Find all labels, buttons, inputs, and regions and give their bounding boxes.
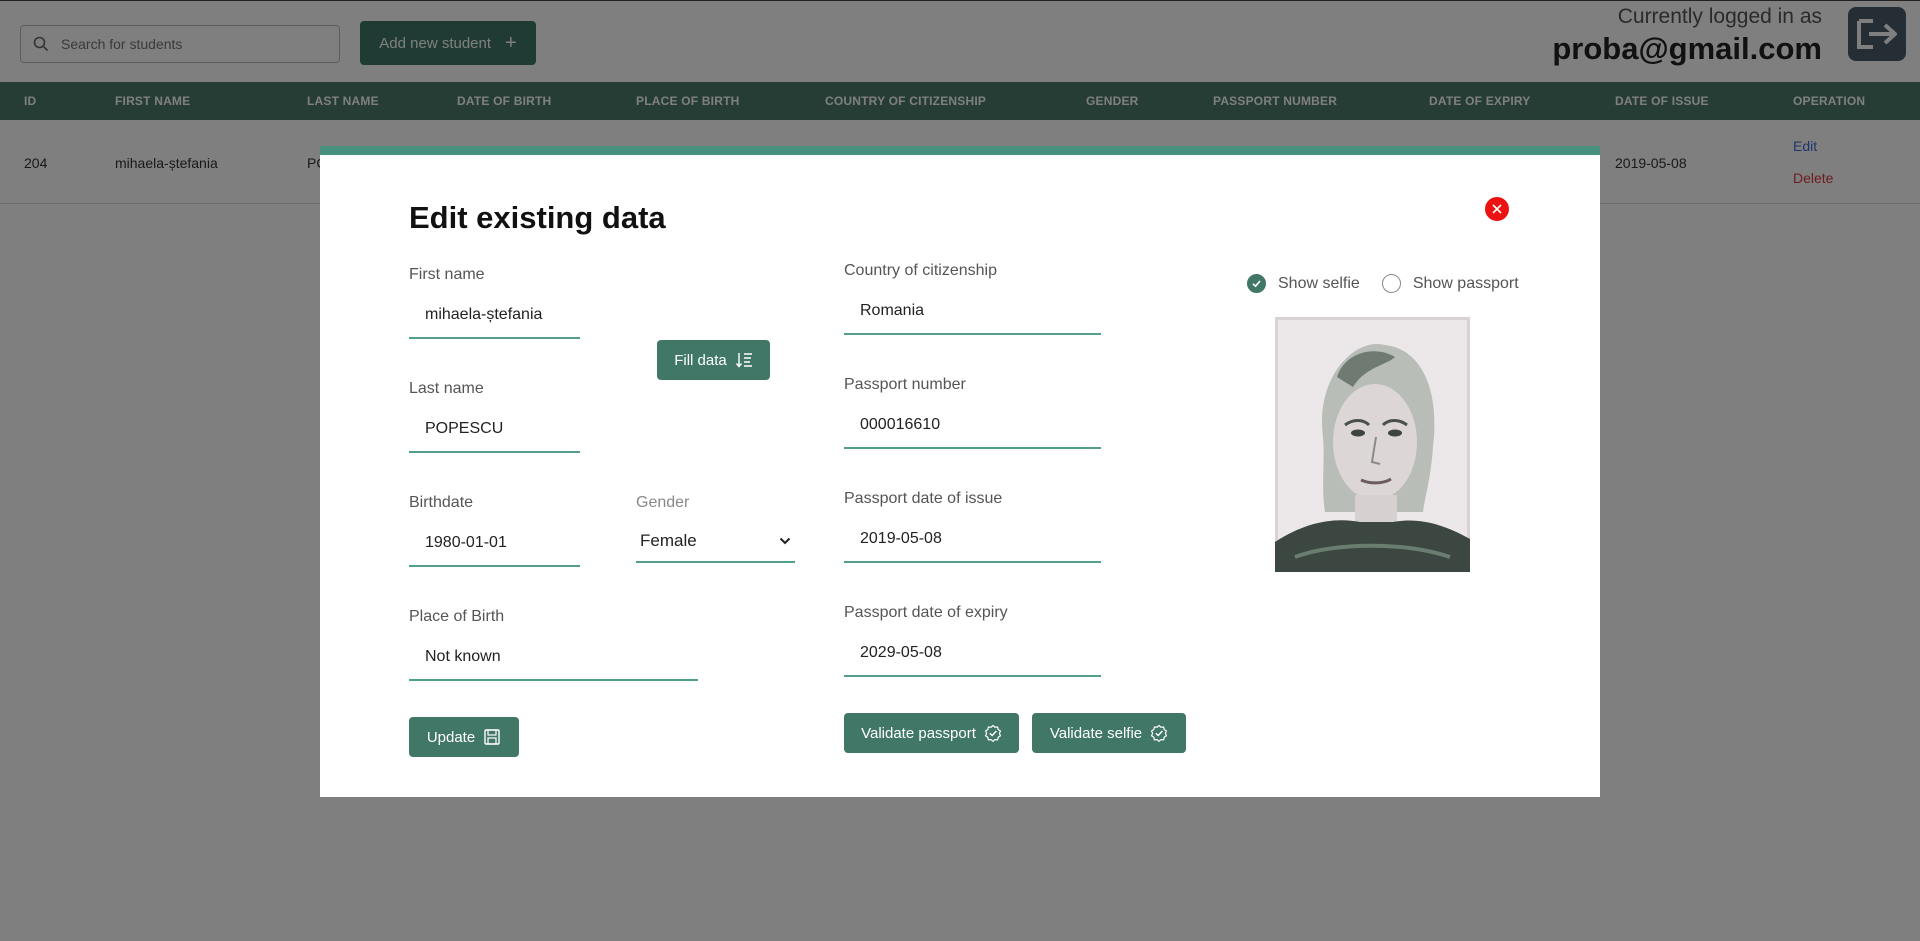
last-name-input[interactable]	[409, 407, 580, 453]
sort-list-icon	[735, 353, 752, 368]
validate-selfie-label: Validate selfie	[1049, 724, 1143, 742]
show-selfie-radio[interactable]	[1247, 274, 1266, 293]
birthdate-input[interactable]	[409, 521, 580, 567]
last-name-label: Last name	[409, 380, 484, 397]
verified-badge-icon	[1150, 724, 1168, 742]
country-label: Country of citizenship	[844, 262, 997, 279]
passport-expiry-label: Passport date of expiry	[844, 604, 1008, 621]
validate-passport-label: Validate passport	[861, 724, 976, 742]
show-selfie-label: Show selfie	[1278, 274, 1360, 292]
passport-expiry-input[interactable]	[844, 631, 1101, 677]
close-icon	[1492, 204, 1502, 214]
place-of-birth-input[interactable]	[409, 635, 698, 681]
first-name-label: First name	[409, 266, 485, 283]
photo-toggle: Show selfie Show passport	[1247, 274, 1519, 293]
passport-issue-label: Passport date of issue	[844, 490, 1003, 507]
portrait-image	[1275, 317, 1470, 572]
show-passport-radio[interactable]	[1381, 274, 1401, 293]
save-icon	[484, 729, 500, 745]
gender-label: Gender	[636, 494, 690, 511]
validate-selfie-button[interactable]: Validate selfie	[1032, 713, 1186, 753]
country-input[interactable]	[844, 289, 1101, 335]
passport-number-label: Passport number	[844, 376, 966, 393]
check-icon	[1252, 280, 1261, 288]
gender-select[interactable]: Female	[636, 521, 795, 563]
passport-number-input[interactable]	[844, 403, 1101, 449]
show-passport-label: Show passport	[1412, 274, 1519, 292]
fill-data-label: Fill data	[674, 351, 727, 369]
gender-value: Female	[640, 531, 697, 550]
validate-passport-button[interactable]: Validate passport	[844, 713, 1019, 753]
selfie-photo	[1275, 317, 1470, 572]
edit-modal: Edit existing data First name Fill data …	[320, 146, 1600, 797]
modal-title: Edit existing data	[409, 200, 666, 235]
verified-badge-icon	[984, 724, 1002, 742]
chevron-down-icon	[779, 537, 791, 545]
close-button[interactable]	[1485, 197, 1509, 221]
update-button[interactable]: Update	[409, 717, 519, 757]
birthdate-label: Birthdate	[409, 494, 474, 511]
passport-issue-input[interactable]	[844, 517, 1101, 563]
fill-data-button[interactable]: Fill data	[657, 340, 770, 380]
place-of-birth-label: Place of Birth	[409, 608, 505, 625]
update-label: Update	[426, 728, 476, 746]
first-name-input[interactable]	[409, 293, 580, 339]
